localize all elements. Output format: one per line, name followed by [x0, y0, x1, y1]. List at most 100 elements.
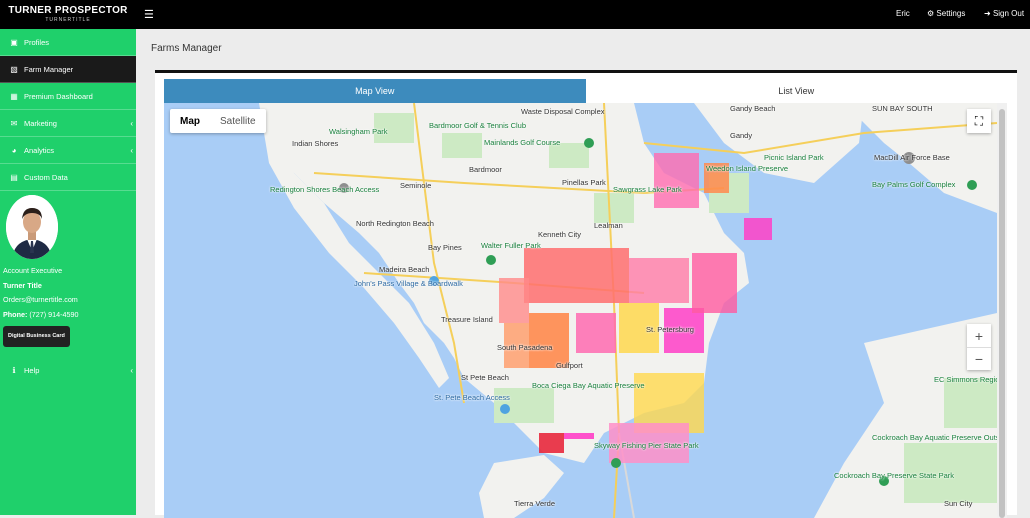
- map-canvas[interactable]: Walsingham Park Bardmoor Golf & Tennis Cl…: [164, 103, 997, 518]
- settings-label: Settings: [936, 9, 966, 18]
- map-place-label: Picnic Island Park: [764, 153, 824, 162]
- profile-role: Account Executive: [3, 266, 63, 275]
- map-place-label: South Pasadena: [497, 343, 553, 352]
- profile-name: Turner Title: [3, 280, 42, 290]
- map-icon: ▧: [10, 64, 18, 74]
- top-navbar: TURNER PROSPECTOR TURNERTITLE ☰ Eric ⚙ S…: [0, 0, 1030, 29]
- map-marker: [500, 404, 510, 414]
- map-place-label: Treasure Island: [441, 315, 493, 324]
- map-place-label: Gulfport: [556, 361, 583, 370]
- envelope-icon: ✉: [10, 118, 18, 128]
- map-place-label: Cockroach Bay Preserve State Park: [834, 471, 955, 480]
- profile-phone: Phone: (727) 914-4590: [3, 308, 136, 323]
- farm-parcel: [576, 313, 616, 353]
- map-type-map-button[interactable]: Map: [170, 109, 210, 133]
- sidebar-item-custom-data[interactable]: ▤ Custom Data: [0, 164, 136, 191]
- zoom-in-button[interactable]: +: [967, 324, 991, 347]
- map-type-satellite-button[interactable]: Satellite: [210, 109, 266, 133]
- farm-parcel: [744, 218, 772, 240]
- map-place-label: Bardmoor: [469, 165, 502, 174]
- map-marker: [967, 180, 977, 190]
- map-place-label: SUN BAY SOUTH: [872, 104, 933, 113]
- sidebar-item-farm-manager[interactable]: ▧ Farm Manager: [0, 56, 136, 83]
- profiles-icon: ▣: [10, 37, 18, 47]
- map-place-label: Bardmoor Golf & Tennis Club: [429, 121, 526, 130]
- sidebar-item-label: Farm Manager: [24, 64, 74, 74]
- brand-title: TURNER PROSPECTOR: [8, 5, 128, 16]
- settings-link[interactable]: ⚙ Settings: [927, 9, 965, 18]
- sign-out-link[interactable]: ➜ Sign Out: [984, 9, 1024, 18]
- sidebar-item-premium-dashboard[interactable]: ▦ Premium Dashboard: [0, 83, 136, 110]
- sidebar-item-label: Analytics: [24, 145, 55, 155]
- map-place-label: Madeira Beach: [379, 265, 430, 274]
- pie-chart-icon: ◕: [11, 145, 17, 155]
- map-place-label: Seminole: [400, 181, 432, 190]
- tierra-verde: [479, 455, 564, 518]
- map-place-label: Waste Disposal Complex: [521, 107, 605, 116]
- map-place-label: Mainlands Golf Course: [484, 138, 561, 147]
- digital-business-card-button[interactable]: Digital Business Card: [3, 326, 70, 347]
- map-place-label: Walter Fuller Park: [481, 241, 541, 250]
- sidebar-item-profiles[interactable]: ▣ Profiles: [0, 29, 136, 56]
- page-title: Farms Manager: [151, 43, 222, 54]
- sidebar-item-marketing[interactable]: ✉ Marketing ‹: [0, 110, 136, 137]
- zoom-control: + −: [967, 324, 991, 370]
- map-type-control: Map Satellite: [170, 109, 266, 133]
- map-place-label: St Pete Beach: [461, 373, 509, 382]
- zoom-out-button[interactable]: −: [967, 347, 991, 370]
- map-place-label: MacDill Air Force Base: [874, 153, 950, 162]
- sidebar-item-label: Help: [24, 365, 40, 375]
- sidebar-item-label: Custom Data: [24, 172, 68, 182]
- tab-map-view[interactable]: Map View: [164, 79, 586, 103]
- park-bardmoor: [442, 133, 482, 158]
- map-place-label: Tierra Verde: [514, 499, 555, 508]
- map-place-label: Walsingham Park: [329, 127, 388, 136]
- profile-email: Orders@turnertitle.com: [3, 295, 78, 304]
- database-icon: ▤: [10, 172, 18, 182]
- map-place-label: North Redington Beach: [356, 219, 434, 228]
- phone-label: Phone:: [3, 309, 28, 319]
- hamburger-menu-icon[interactable]: ☰: [144, 8, 154, 21]
- farm-parcel: [499, 278, 529, 323]
- sidebar-item-analytics[interactable]: ◕ Analytics ‹: [0, 137, 136, 164]
- gear-icon: ⚙: [927, 9, 935, 18]
- map-place-label: Weedon Island Preserve: [706, 164, 788, 173]
- sidebar-item-help[interactable]: ℹ Help ‹: [0, 357, 136, 384]
- map-place-label: John's Pass Village & Boardwalk: [354, 279, 463, 288]
- farm-parcel: [539, 433, 564, 453]
- scrollbar-thumb[interactable]: [999, 109, 1005, 518]
- farm-parcel: [654, 153, 699, 208]
- user-menu[interactable]: Eric: [896, 9, 910, 18]
- park-sawgrass: [594, 193, 634, 223]
- map-place-label: Redington Shores Beach Access: [270, 185, 380, 194]
- brand-logo[interactable]: TURNER PROSPECTOR TURNERTITLE: [0, 0, 136, 29]
- scrollbar[interactable]: [997, 103, 1007, 518]
- sidebar-item-label: Profiles: [24, 37, 50, 47]
- map-place-label: St. Pete Beach Access: [434, 393, 510, 402]
- map-place-label: Gandy Beach: [730, 104, 776, 113]
- farm-parcel: [692, 253, 737, 313]
- map-place-label: Indian Shores: [292, 139, 339, 148]
- profile-card: Account Executive Turner Title Orders@tu…: [0, 191, 136, 347]
- map-place-label: Boca Ciega Bay Aquatic Preserve: [532, 381, 645, 390]
- park-ec-simmons: [944, 378, 997, 428]
- phone-value: (727) 914-4590: [29, 309, 79, 319]
- map-place-label: Bay Pines: [428, 243, 462, 252]
- info-icon: ℹ: [12, 365, 16, 375]
- sidebar: ▣ Profiles ▧ Farm Manager ▦ Premium Dash…: [0, 29, 136, 515]
- chevron-left-icon: ‹: [130, 365, 133, 375]
- farm-parcel: [529, 313, 569, 368]
- map-place-label: Gandy: [730, 131, 753, 140]
- chevron-left-icon: ‹: [130, 145, 133, 155]
- fullscreen-icon[interactable]: ⛶: [967, 109, 991, 133]
- tab-list-view[interactable]: List View: [585, 79, 1007, 103]
- chevron-left-icon: ‹: [130, 118, 133, 128]
- map-place-label: St. Petersburg: [646, 325, 694, 334]
- map-place-label: Lealman: [594, 221, 623, 230]
- sign-out-icon: ➜: [984, 9, 991, 18]
- map-graphic: [259, 103, 997, 518]
- sign-out-label: Sign Out: [992, 9, 1025, 18]
- farms-panel: Map View List View Walsingham Park Bardm…: [155, 70, 1017, 518]
- dashboard-icon: ▦: [10, 91, 18, 101]
- farm-parcel: [629, 258, 689, 303]
